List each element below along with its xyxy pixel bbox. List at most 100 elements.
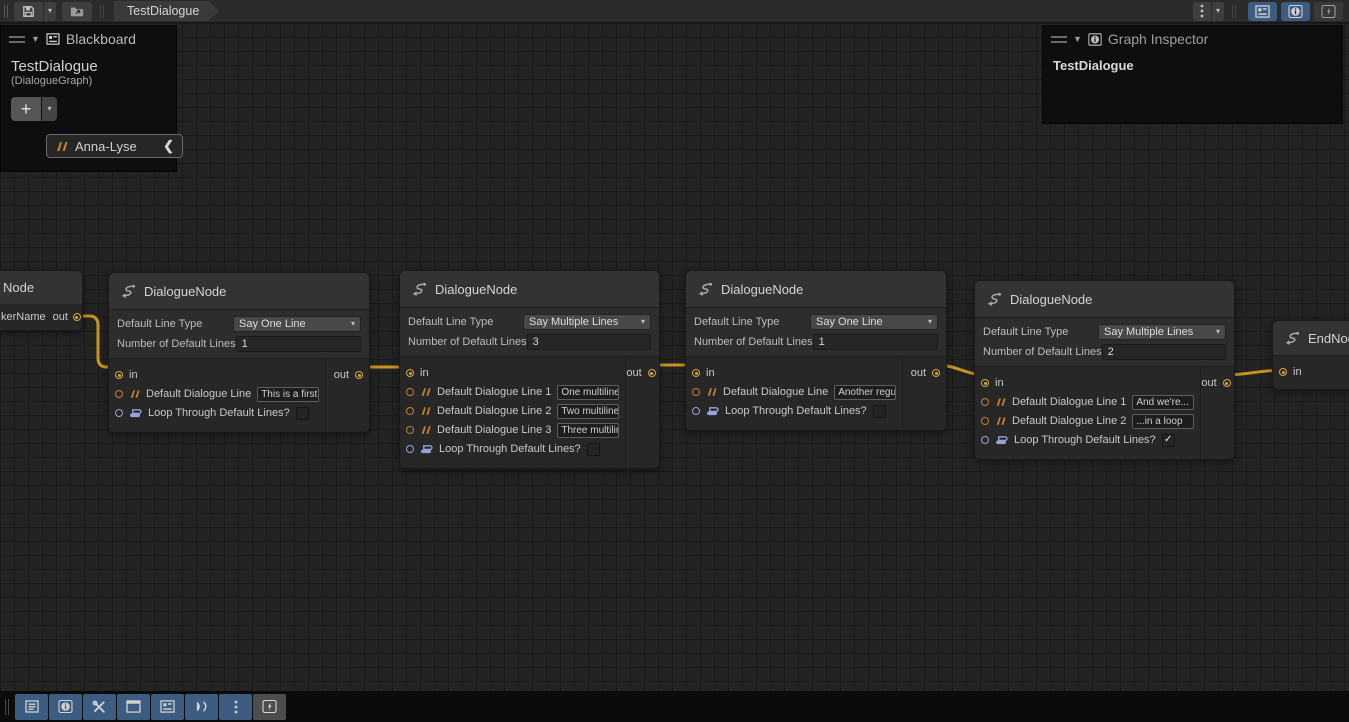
blackboard-field-anna-lyse[interactable]: Anna-Lyse ❮ (46, 134, 183, 158)
collapse-arrow-icon[interactable]: ▼ (1073, 34, 1082, 44)
line-type-dropdown[interactable]: Say Multiple Lines ▾ (523, 314, 651, 330)
line-type-dropdown[interactable]: Say Multiple Lines ▾ (1098, 324, 1226, 340)
loop-port[interactable] (406, 445, 414, 453)
loop-checkbox[interactable] (873, 405, 886, 418)
preview-toggle-button[interactable] (253, 694, 286, 720)
node-title[interactable]: EndNode (1273, 321, 1349, 355)
toolbar-drag-handle[interactable] (5, 699, 9, 715)
window-icon (126, 700, 141, 713)
out-port[interactable] (73, 313, 81, 321)
blackboard-header[interactable]: ▼ Blackboard (1, 26, 176, 52)
out-port[interactable] (932, 369, 940, 377)
loop-checkbox[interactable]: ✓ (1162, 434, 1175, 447)
line-type-value: Say One Line (239, 318, 306, 330)
node-title[interactable]: DialogueNode (686, 271, 946, 307)
dialogue-line-field[interactable]: One multiline (557, 385, 619, 400)
toggle-preview-button[interactable] (1314, 2, 1343, 21)
quote-icon (420, 425, 431, 435)
dialogue-play-icon (194, 700, 209, 713)
dialogue-line-label: Default Dialogue Line (723, 386, 828, 398)
window-panel-button[interactable] (117, 694, 150, 720)
node-title[interactable]: DialogueNode (400, 271, 659, 307)
add-property-button[interactable]: + (11, 97, 41, 121)
in-port[interactable] (692, 369, 700, 377)
num-lines-field[interactable]: 1 (813, 334, 938, 350)
in-port[interactable] (981, 379, 989, 387)
inspector-header[interactable]: ▼ Graph Inspector (1043, 26, 1342, 52)
document-icon (25, 700, 39, 713)
dialogue-node-2[interactable]: DialogueNode Default Line Type Say Multi… (399, 270, 660, 469)
out-port[interactable] (355, 371, 363, 379)
dialogue-preview-button[interactable] (185, 694, 218, 720)
toggle-blackboard-button[interactable] (1248, 2, 1277, 21)
dialogue-line-label: Default Dialogue Line (146, 388, 251, 400)
dialogue-node-3[interactable]: DialogueNode Default Line Type Say One L… (685, 270, 947, 431)
dialogue-line-field[interactable]: Another regu (834, 385, 896, 400)
out-port[interactable] (1223, 379, 1231, 387)
dialogue-line-field[interactable]: This is a first (257, 387, 319, 402)
out-port[interactable] (648, 369, 656, 377)
line-type-dropdown[interactable]: Say One Line ▾ (810, 314, 938, 330)
graph-inspector-panel[interactable]: ▼ Graph Inspector TestDialogue (1042, 25, 1343, 124)
num-lines-field[interactable]: 2 (1102, 344, 1226, 360)
line-type-value: Say Multiple Lines (1104, 326, 1193, 338)
overflow-menu-caret[interactable]: ▾ (1212, 2, 1224, 21)
in-port[interactable] (1279, 368, 1287, 376)
save-options-button[interactable]: ▾ (44, 2, 56, 21)
collapse-arrow-icon[interactable]: ▼ (31, 34, 40, 44)
drag-handle-icon[interactable] (1051, 36, 1067, 43)
num-lines-field[interactable]: 3 (527, 334, 651, 350)
dialogue-line-field[interactable]: Two multiline (557, 404, 619, 419)
graph-canvas[interactable]: ▼ Blackboard TestDialogue (DialogueGraph… (0, 23, 1349, 722)
tab-testdialogue[interactable]: TestDialogue (114, 1, 219, 21)
inspector-panel-button[interactable] (49, 694, 82, 720)
node-title[interactable]: DialogueNode (975, 281, 1234, 317)
dialogue-line-port[interactable] (692, 388, 700, 396)
caret-down-icon: ▾ (1216, 7, 1220, 15)
dialogue-line-field[interactable]: Three multilin (557, 423, 619, 438)
save-button[interactable] (14, 2, 43, 21)
loop-checkbox[interactable] (296, 407, 309, 420)
chevron-left-icon[interactable]: ❮ (163, 138, 174, 154)
loop-port[interactable] (692, 407, 700, 415)
caret-down-icon: ▾ (928, 318, 932, 326)
dialogue-line-field[interactable]: ...in a loop (1132, 414, 1194, 429)
dialogue-node-1[interactable]: DialogueNode Default Line Type Say One L… (108, 272, 370, 433)
line-type-dropdown[interactable]: Say One Line ▾ (233, 316, 361, 332)
drag-handle-icon[interactable] (9, 36, 25, 43)
in-port[interactable] (115, 371, 123, 379)
open-asset-button[interactable] (62, 2, 92, 21)
loop-port[interactable] (981, 436, 989, 444)
speaker-node[interactable]: Node kerName out (0, 270, 83, 331)
in-port-label: in (420, 367, 429, 379)
console-panel-button[interactable] (15, 694, 48, 720)
loop-port[interactable] (115, 409, 123, 417)
add-property-caret[interactable]: ▾ (42, 97, 57, 121)
toolbar-drag-handle[interactable] (4, 5, 8, 18)
end-node[interactable]: EndNode in (1272, 320, 1349, 390)
dialogue-line-port[interactable] (981, 417, 989, 425)
blackboard-panel-button[interactable] (151, 694, 184, 720)
overflow-menu-button[interactable] (1193, 2, 1211, 21)
spark-icon (1321, 5, 1336, 18)
out-port-label: out (911, 367, 926, 379)
dialogue-line-port[interactable] (981, 398, 989, 406)
open-folder-icon (69, 4, 85, 18)
tools-panel-button[interactable] (83, 694, 116, 720)
loop-checkbox[interactable] (587, 443, 600, 456)
in-port-label: in (706, 367, 715, 379)
in-port[interactable] (406, 369, 414, 377)
more-options-button[interactable] (219, 694, 252, 720)
toggle-inspector-button[interactable] (1281, 2, 1310, 21)
dialogue-line-port[interactable] (115, 390, 123, 398)
dialogue-line-label: Default Dialogue Line 1 (437, 386, 551, 398)
node-title[interactable]: Node (0, 271, 82, 304)
dialogue-node-icon (985, 291, 1002, 307)
dialogue-line-port[interactable] (406, 426, 414, 434)
num-lines-field[interactable]: 1 (236, 336, 361, 352)
dialogue-line-field[interactable]: And we're... (1132, 395, 1194, 410)
dialogue-line-port[interactable] (406, 407, 414, 415)
dialogue-line-port[interactable] (406, 388, 414, 396)
dialogue-node-4[interactable]: DialogueNode Default Line Type Say Multi… (974, 280, 1235, 460)
node-title[interactable]: DialogueNode (109, 273, 369, 309)
